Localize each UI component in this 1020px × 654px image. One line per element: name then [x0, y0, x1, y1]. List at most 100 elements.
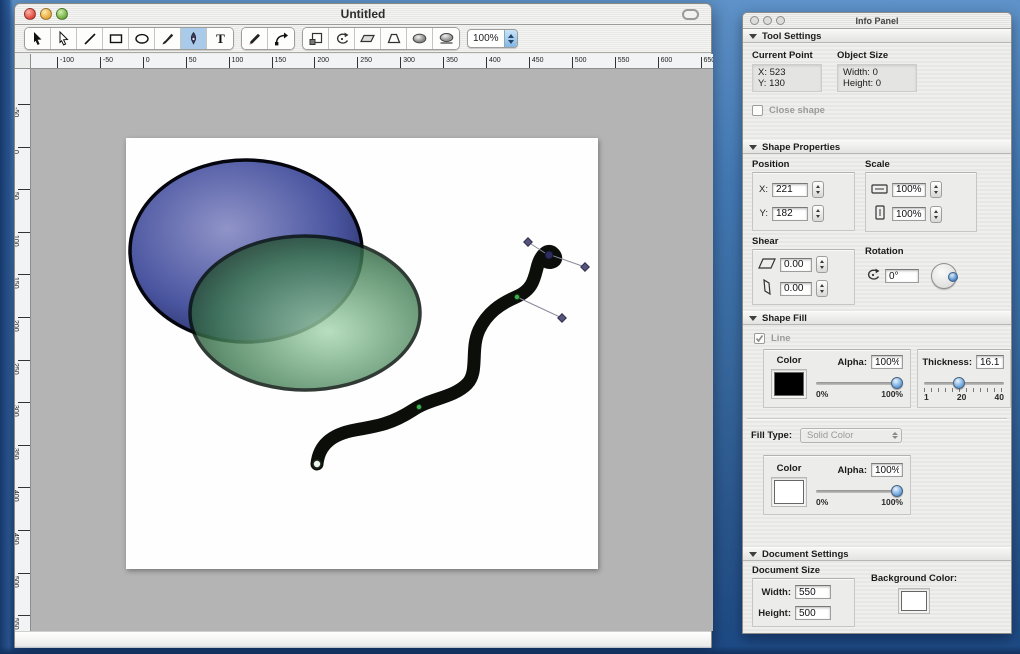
line-alpha-field[interactable] [871, 355, 903, 369]
fill-type-dropdown[interactable]: Solid Color [800, 428, 902, 443]
background-color-swatch[interactable] [901, 591, 928, 611]
info-panel-titlebar[interactable]: Info Panel [743, 13, 1011, 29]
fill-alpha-slider[interactable] [816, 485, 903, 497]
selection-tool-button[interactable] [25, 28, 51, 49]
titlebar[interactable]: Untitled [15, 4, 711, 25]
section-header-shape-fill[interactable]: Shape Fill [743, 311, 1011, 325]
alpha-min-label: 0% [816, 497, 829, 507]
shear-tool-button[interactable] [355, 28, 381, 49]
ruler-tick: 250 [357, 57, 372, 68]
gradient-tool-button[interactable] [407, 28, 433, 49]
ruler-tick: 100 [15, 231, 30, 246]
disclosure-triangle-icon[interactable] [749, 144, 757, 150]
scale-horizontal-stepper[interactable] [930, 181, 942, 198]
section-title: Tool Settings [762, 30, 822, 42]
rotate-tool-button[interactable] [329, 28, 355, 49]
line-checkbox-label: Line [771, 333, 791, 344]
shear-horizontal-stepper[interactable] [816, 256, 828, 273]
doc-width-label: Width: [761, 586, 791, 598]
envelope-tool-button[interactable] [433, 28, 459, 49]
shear-vertical-field[interactable] [780, 281, 812, 296]
ruler-tick: 50 [185, 57, 196, 68]
green-ellipse-shape[interactable] [188, 234, 422, 392]
gradient-ellipse-icon [411, 31, 428, 46]
anchor-point[interactable] [415, 403, 422, 410]
rotation-field[interactable] [885, 269, 919, 283]
ruler-tick: 500 [571, 57, 586, 68]
zoom-stepper[interactable] [503, 30, 517, 47]
direct-selection-tool-button[interactable] [51, 28, 77, 49]
shear-vertical-stepper[interactable] [816, 280, 828, 297]
line-color-swatch[interactable] [774, 372, 804, 396]
start-anchor-point[interactable] [312, 459, 322, 469]
fill-alpha-label: Alpha: [837, 464, 867, 476]
background-color-well[interactable] [898, 588, 931, 614]
shear-vertical-icon [758, 278, 776, 298]
line-alpha-slider-knob[interactable] [891, 377, 903, 389]
disclosure-triangle-icon[interactable] [749, 33, 757, 39]
scale-icon [308, 31, 324, 46]
selected-end-anchor-point[interactable] [544, 250, 554, 260]
control-handle-point[interactable] [523, 237, 533, 247]
line-color-well[interactable] [771, 369, 807, 399]
scale-tool-button[interactable] [303, 28, 329, 49]
ruler-tick: 150 [15, 274, 30, 289]
pen-tool-button[interactable] [181, 28, 207, 49]
position-y-stepper[interactable] [812, 205, 824, 222]
rotation-dial-knob[interactable] [948, 272, 958, 282]
position-x-field[interactable] [772, 182, 808, 197]
ellipse-tool-button[interactable] [129, 28, 155, 49]
toolbar-toggle-button[interactable] [682, 9, 699, 20]
tool-group-primary: T [24, 27, 234, 50]
fill-alpha-slider-knob[interactable] [891, 485, 903, 497]
disclosure-triangle-icon[interactable] [749, 315, 757, 321]
control-handle-point[interactable] [580, 262, 590, 272]
scale-vertical-field[interactable] [892, 207, 926, 221]
tool-group-transform [302, 27, 460, 50]
envelope-icon [438, 31, 455, 46]
text-icon: T [213, 31, 228, 46]
position-y-field[interactable] [772, 206, 808, 221]
fill-color-well[interactable] [771, 477, 807, 507]
section-header-tool-settings[interactable]: Tool Settings [743, 29, 1011, 43]
thickness-field[interactable] [976, 355, 1004, 369]
rectangle-tool-button[interactable] [103, 28, 129, 49]
control-handle-point[interactable] [557, 313, 567, 323]
line-alpha-slider[interactable] [816, 377, 903, 389]
fill-alpha-field[interactable] [871, 463, 903, 477]
anchor-point[interactable] [514, 293, 521, 300]
ruler-tick: 150 [271, 57, 286, 68]
convert-point-tool-button[interactable] [268, 28, 294, 49]
section-header-shape-properties[interactable]: Shape Properties [743, 140, 1011, 154]
position-x-stepper[interactable] [812, 181, 824, 198]
canvas-area[interactable] [31, 69, 713, 631]
rotation-dial[interactable] [931, 263, 958, 289]
info-panel-title: Info Panel [855, 15, 899, 26]
artwork-layer [128, 158, 590, 471]
ruler-tick: 0 [15, 146, 30, 154]
pencil-tool-button[interactable] [242, 28, 268, 49]
brush-tool-button[interactable] [155, 28, 181, 49]
ruler-tick: 100 [228, 57, 243, 68]
doc-width-field[interactable] [795, 585, 831, 599]
thickness-slider-knob[interactable] [952, 377, 965, 389]
shear-horizontal-field[interactable] [780, 257, 812, 272]
thickness-max-label: 40 [994, 392, 1004, 402]
close-shape-checkbox[interactable] [752, 105, 763, 116]
ruler-tick: 200 [15, 317, 30, 332]
scale-horizontal-field[interactable] [892, 182, 926, 197]
ruler-tick: 450 [528, 57, 544, 68]
thickness-slider[interactable] [924, 377, 1004, 389]
line-checkbox[interactable] [754, 333, 765, 344]
fill-color-swatch[interactable] [774, 480, 804, 504]
doc-height-field[interactable] [795, 606, 831, 620]
disclosure-triangle-icon[interactable] [749, 551, 757, 557]
distort-tool-button[interactable] [381, 28, 407, 49]
text-tool-button[interactable]: T [207, 28, 233, 49]
line-tool-button[interactable] [77, 28, 103, 49]
rectangle-icon [108, 31, 124, 46]
zoom-control[interactable]: 100% [467, 29, 518, 48]
object-size-width: 0 [872, 67, 878, 78]
section-header-document-settings[interactable]: Document Settings [743, 547, 1011, 561]
scale-vertical-stepper[interactable] [930, 205, 942, 223]
